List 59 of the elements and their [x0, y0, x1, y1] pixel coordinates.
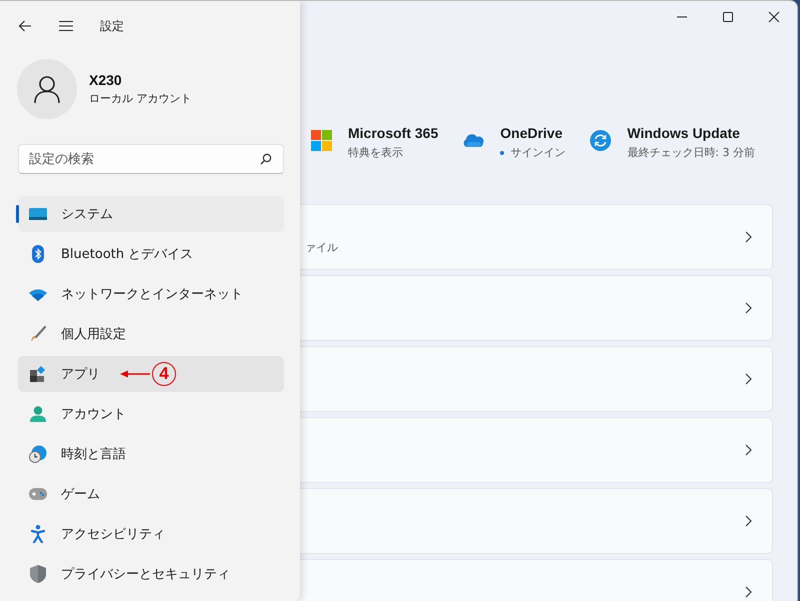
globe-clock-icon	[29, 445, 47, 463]
nav-item[interactable]: システム	[18, 196, 284, 232]
nav-item-label: アカウント	[61, 406, 126, 423]
nav-item[interactable]: 時刻と言語	[18, 436, 284, 472]
person-icon	[30, 406, 46, 422]
menu-icon	[58, 20, 74, 32]
nav-item-label: 時刻と言語	[61, 446, 126, 463]
quick-link-title[interactable]: Windows Update	[627, 125, 755, 141]
window-title: 設定	[100, 18, 124, 34]
apps-icon	[30, 366, 46, 382]
nav-item-label: アプリ	[61, 366, 100, 383]
four-squares-icon	[310, 130, 332, 150]
sync-icon	[590, 130, 611, 150]
nav-item[interactable]: Bluetooth とデバイス	[18, 236, 284, 272]
maximize-icon	[722, 11, 734, 23]
nav-item-label: 個人用設定	[61, 326, 126, 343]
annotation-arrow	[120, 370, 150, 378]
quick-link-title[interactable]: OneDrive	[500, 125, 566, 141]
bluetooth-icon	[32, 245, 44, 263]
nav-item[interactable]: ネットワークとインターネット	[18, 276, 284, 312]
nav-item-label: ネットワークとインターネット	[61, 286, 243, 303]
chevron-right-icon	[745, 586, 752, 598]
account-name: X230	[89, 72, 123, 88]
paintbrush-icon	[30, 326, 46, 342]
monitor-icon	[29, 208, 47, 220]
nav-item[interactable]: アカウント	[18, 396, 284, 432]
quick-link-subtitle: 特典を表示	[348, 145, 403, 160]
nav-item[interactable]: 個人用設定	[18, 316, 284, 352]
chevron-right-icon	[745, 302, 752, 314]
chevron-right-icon	[745, 444, 752, 456]
quick-link-subtitle: サインイン	[510, 145, 566, 160]
nav-item[interactable]: プライバシーとセキュリティ	[18, 556, 284, 592]
search-icon	[260, 153, 272, 165]
quick-link-subtitle: 最終チェック日時: 3 分前	[627, 145, 755, 160]
account-type: ローカル アカウント	[89, 91, 192, 106]
accessibility-icon	[31, 525, 45, 543]
cloud-icon	[462, 133, 484, 147]
selection-indicator	[16, 205, 19, 223]
quick-link-title[interactable]: Microsoft 365	[348, 125, 438, 141]
shield-icon	[30, 565, 46, 583]
gamepad-icon	[29, 488, 47, 500]
person-icon	[32, 74, 62, 104]
chevron-right-icon	[745, 515, 752, 527]
nav-item[interactable]: ゲーム	[18, 476, 284, 512]
close-icon	[768, 11, 780, 23]
wifi-icon	[29, 288, 47, 300]
nav-item[interactable]: アプリ 4	[18, 356, 284, 392]
nav-item-label: ゲーム	[61, 486, 100, 503]
nav-item[interactable]: アクセシビリティ	[18, 516, 284, 552]
nav-item-label: Bluetooth とデバイス	[61, 246, 194, 263]
nav-item-label: プライバシーとセキュリティ	[61, 566, 230, 583]
nav-item-label: システム	[61, 206, 113, 223]
search-field[interactable]: 設定の検索	[18, 144, 284, 174]
chevron-right-icon	[745, 373, 752, 385]
chevron-right-icon	[745, 231, 752, 243]
back-arrow-icon	[18, 20, 32, 32]
card-subtitle: ァイル	[305, 240, 338, 254]
annotation-number: 4	[152, 362, 176, 386]
nav-item-label: アクセシビリティ	[61, 526, 165, 543]
